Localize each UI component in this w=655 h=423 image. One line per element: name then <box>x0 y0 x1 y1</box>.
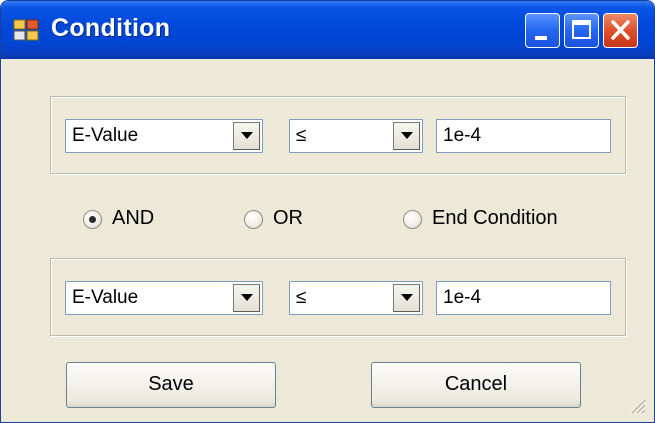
operator-select-2-value: ≤ <box>296 287 307 308</box>
title-bar[interactable]: Condition <box>1 1 654 59</box>
radio-and-label: AND <box>112 207 155 229</box>
condition-group-1: E-Value ≤ 1e-4 <box>50 96 626 174</box>
cancel-button-label: Cancel <box>444 373 508 395</box>
chevron-down-icon <box>241 294 253 301</box>
dialog-body: E-Value ≤ 1e-4 AND OR End Condition E-Va… <box>6 59 649 417</box>
operator-select-2-arrow[interactable] <box>393 284 420 312</box>
radio-and-selected-dot <box>89 216 96 223</box>
minimize-button[interactable] <box>525 13 560 48</box>
field-select-1[interactable]: E-Value <box>65 119 263 153</box>
close-icon <box>611 20 630 40</box>
condition-dialog: Condition E-Value ≤ 1e-4 AND OR End Cond… <box>0 0 655 423</box>
value-input-1[interactable]: 1e-4 <box>436 119 611 153</box>
radio-end-condition-label: End Condition <box>432 207 558 229</box>
operator-select-1-arrow[interactable] <box>393 122 420 150</box>
chevron-down-icon <box>401 294 413 301</box>
radio-end-condition-circle[interactable] <box>403 210 422 229</box>
chevron-down-icon <box>241 132 253 139</box>
maximize-button[interactable] <box>564 13 599 48</box>
app-icon <box>13 17 39 43</box>
field-select-1-arrow[interactable] <box>233 122 260 150</box>
radio-and[interactable]: AND <box>83 206 193 236</box>
window-title: Condition <box>51 14 171 42</box>
radio-or[interactable]: OR <box>244 206 334 236</box>
radio-or-circle[interactable] <box>244 210 263 229</box>
operator-select-1[interactable]: ≤ <box>289 119 423 153</box>
value-input-2[interactable]: 1e-4 <box>436 281 611 315</box>
minimize-icon <box>535 36 547 40</box>
radio-or-label: OR <box>273 207 303 229</box>
field-select-1-value: E-Value <box>72 125 139 146</box>
maximize-icon <box>572 20 591 39</box>
cancel-button[interactable]: Cancel <box>371 362 581 408</box>
resize-grip-icon[interactable] <box>628 396 646 414</box>
radio-end-condition[interactable]: End Condition <box>403 206 603 236</box>
operator-select-2[interactable]: ≤ <box>289 281 423 315</box>
operator-select-1-value: ≤ <box>296 125 307 146</box>
field-select-2-arrow[interactable] <box>233 284 260 312</box>
value-input-2-text: 1e-4 <box>443 287 482 308</box>
save-button[interactable]: Save <box>66 362 276 408</box>
condition-group-2: E-Value ≤ 1e-4 <box>50 258 626 336</box>
value-input-1-text: 1e-4 <box>443 125 482 146</box>
field-select-2[interactable]: E-Value <box>65 281 263 315</box>
close-button[interactable] <box>603 13 638 48</box>
chevron-down-icon <box>401 132 413 139</box>
save-button-label: Save <box>148 373 194 395</box>
field-select-2-value: E-Value <box>72 287 139 308</box>
